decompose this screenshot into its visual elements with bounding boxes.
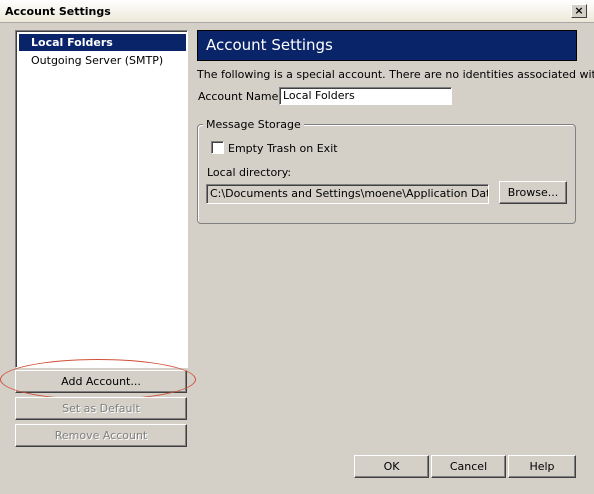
close-button[interactable]: × — [571, 4, 587, 18]
account-item-label: Local Folders — [31, 36, 113, 49]
local-directory-label: Local directory: — [207, 166, 292, 179]
empty-trash-checkbox[interactable] — [211, 141, 224, 154]
message-storage-legend: Message Storage — [203, 118, 304, 131]
add-account-button[interactable]: Add Account... — [15, 370, 187, 393]
account-name-input[interactable]: Local Folders — [279, 87, 452, 105]
set-as-default-button[interactable]: Set as Default — [15, 397, 187, 420]
page-header: Account Settings — [197, 30, 577, 61]
account-item-label: Outgoing Server (SMTP) — [31, 54, 164, 67]
window-title: Account Settings — [5, 5, 111, 18]
remove-account-button[interactable]: Remove Account — [15, 424, 187, 447]
cancel-button[interactable]: Cancel — [431, 455, 506, 478]
empty-trash-label[interactable]: Empty Trash on Exit — [228, 142, 338, 155]
account-name-label: Account Name: — [198, 90, 283, 103]
local-directory-field[interactable]: C:\Documents and Settings\moene\Applicat… — [206, 184, 489, 204]
help-button[interactable]: Help — [508, 455, 576, 478]
title-bar: Account Settings × — [0, 0, 594, 23]
browse-button[interactable]: Browse... — [499, 181, 567, 204]
close-icon: × — [574, 4, 584, 17]
account-item-local-folders[interactable]: Local Folders — [19, 34, 186, 51]
account-list[interactable]: Local Folders Outgoing Server (SMTP) — [15, 30, 188, 368]
account-description: The following is a special account. Ther… — [197, 68, 594, 81]
account-settings-window: Account Settings × Local Folders Outgoin… — [0, 0, 594, 494]
account-item-outgoing-server[interactable]: Outgoing Server (SMTP) — [19, 52, 186, 69]
ok-button[interactable]: OK — [354, 455, 429, 478]
